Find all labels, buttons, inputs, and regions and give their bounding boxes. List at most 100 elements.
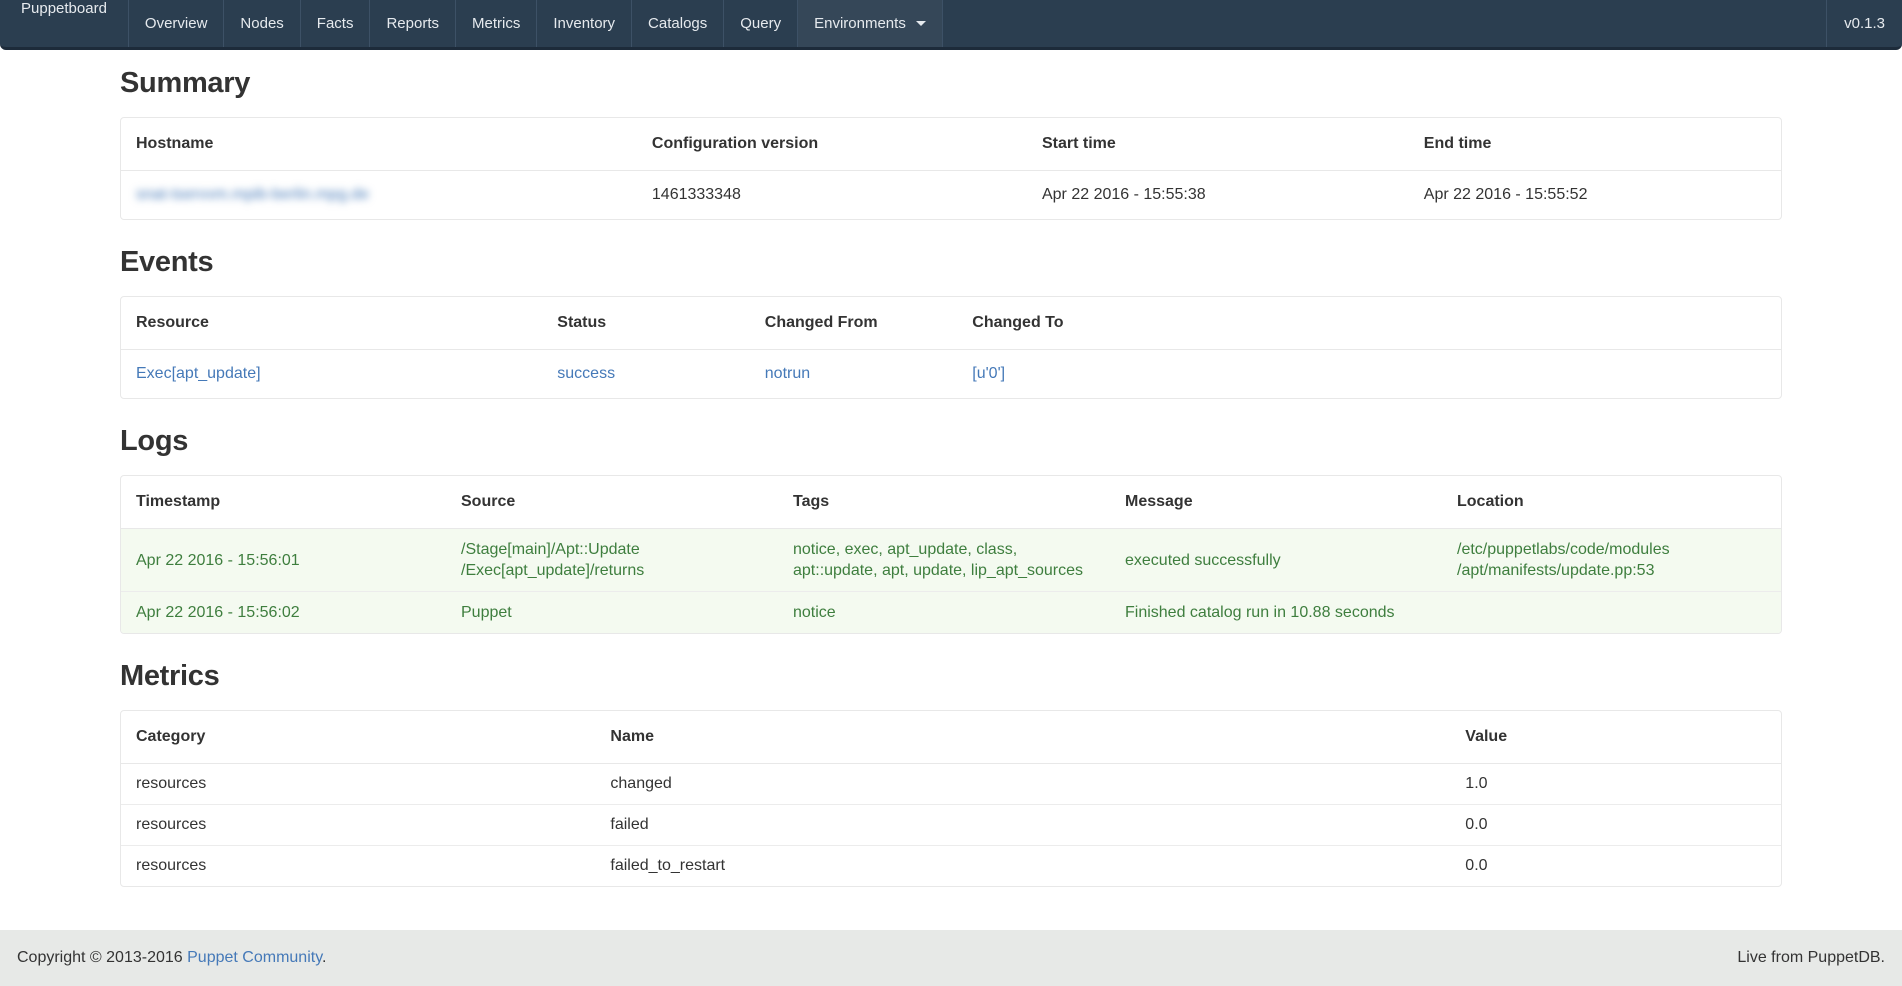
log-row: Apr 22 2016 - 15:56:02 Puppet notice Fin…: [121, 592, 1781, 634]
copyright-prefix: Copyright © 2013-2016: [17, 949, 187, 966]
environments-label: Environments: [814, 15, 906, 32]
nav-link-inventory[interactable]: Inventory: [537, 0, 631, 47]
caret-down-icon: [916, 21, 926, 26]
metric-name-cell: failed_to_restart: [602, 846, 1457, 887]
log-source-line: /Stage[main]/Apt::Update: [461, 539, 777, 560]
metric-category-cell: resources: [121, 846, 602, 887]
start-time-cell: Apr 22 2016 - 15:55:38: [1034, 171, 1416, 220]
metric-name-cell: failed: [602, 805, 1457, 846]
puppet-community-link[interactable]: Puppet Community: [187, 949, 322, 966]
col-header-timestamp: Timestamp: [121, 476, 453, 529]
log-source-line: /Exec[apt_update]/returns: [461, 560, 777, 581]
metric-category-cell: resources: [121, 764, 602, 805]
event-status-link[interactable]: success: [557, 365, 615, 382]
event-changed-to-link[interactable]: [u'0']: [972, 365, 1005, 382]
metrics-header-row: Category Name Value: [121, 711, 1781, 764]
puppetdb-status-text: Live from PuppetDB.: [1737, 949, 1885, 967]
events-heading: Events: [120, 246, 1782, 279]
nav-item-facts: Facts: [301, 0, 371, 47]
log-timestamp-cell: Apr 22 2016 - 15:56:01: [121, 529, 453, 592]
col-header-location: Location: [1449, 476, 1781, 529]
log-tags-cell: notice: [785, 592, 1117, 634]
event-row: Exec[apt_update] success notrun [u'0']: [121, 350, 1781, 399]
log-message-cell: executed successfully: [1117, 529, 1449, 592]
logs-heading: Logs: [120, 425, 1782, 458]
nav-menu: Overview Nodes Facts Reports Metrics Inv…: [129, 0, 943, 47]
metric-row: resources failed_to_restart 0.0: [121, 846, 1781, 887]
events-section: Events Resource Status Changed From Chan…: [120, 246, 1782, 399]
metric-value-cell: 0.0: [1457, 805, 1781, 846]
log-source-cell: Puppet: [453, 592, 785, 634]
col-header-source: Source: [453, 476, 785, 529]
col-header-category: Category: [121, 711, 602, 764]
summary-panel: Hostname Configuration version Start tim…: [120, 117, 1782, 220]
end-time-cell: Apr 22 2016 - 15:55:52: [1416, 171, 1781, 220]
log-source-cell: /Stage[main]/Apt::Update /Exec[apt_updat…: [453, 529, 785, 592]
logs-section: Logs Timestamp Source Tags Message Locat…: [120, 425, 1782, 634]
nav-item-overview: Overview: [129, 0, 225, 47]
logs-header-row: Timestamp Source Tags Message Location: [121, 476, 1781, 529]
col-header-start-time: Start time: [1034, 118, 1416, 171]
events-header-row: Resource Status Changed From Changed To: [121, 297, 1781, 350]
top-navbar: Puppetboard Overview Nodes Facts Reports…: [0, 0, 1902, 50]
metric-value-cell: 0.0: [1457, 846, 1781, 887]
metrics-heading: Metrics: [120, 660, 1782, 693]
metric-row: resources changed 1.0: [121, 764, 1781, 805]
summary-heading: Summary: [120, 67, 1782, 100]
copyright-suffix: .: [322, 949, 326, 966]
log-row: Apr 22 2016 - 15:56:01 /Stage[main]/Apt:…: [121, 529, 1781, 592]
version-label: v0.1.3: [1826, 0, 1902, 47]
nav-link-query[interactable]: Query: [724, 0, 797, 47]
nav-link-reports[interactable]: Reports: [370, 0, 455, 47]
nav-item-catalogs: Catalogs: [632, 0, 724, 47]
metrics-table: Category Name Value resources changed 1.…: [121, 711, 1781, 886]
nav-link-metrics[interactable]: Metrics: [456, 0, 536, 47]
nav-item-reports: Reports: [370, 0, 456, 47]
config-version-cell: 1461333348: [644, 171, 1034, 220]
col-header-message: Message: [1117, 476, 1449, 529]
nav-link-catalogs[interactable]: Catalogs: [632, 0, 723, 47]
nav-item-inventory: Inventory: [537, 0, 632, 47]
log-location-cell: [1449, 592, 1781, 634]
col-header-status: Status: [549, 297, 757, 350]
log-message-cell: Finished catalog run in 10.88 seconds: [1117, 592, 1449, 634]
event-resource-link[interactable]: Exec[apt_update]: [136, 365, 261, 382]
metrics-panel: Category Name Value resources changed 1.…: [120, 710, 1782, 887]
event-changed-from-link[interactable]: notrun: [765, 365, 810, 382]
copyright-text: Copyright © 2013-2016 Puppet Community.: [17, 949, 326, 967]
main-content: Summary Hostname Configuration version S…: [120, 67, 1782, 887]
metric-row: resources failed 0.0: [121, 805, 1781, 846]
metrics-section: Metrics Category Name Value resources ch…: [120, 660, 1782, 887]
log-tags-cell: notice, exec, apt_update, class, apt::up…: [785, 529, 1117, 592]
summary-section: Summary Hostname Configuration version S…: [120, 67, 1782, 220]
nav-link-facts[interactable]: Facts: [301, 0, 370, 47]
nav-item-nodes: Nodes: [224, 0, 300, 47]
col-header-config-version: Configuration version: [644, 118, 1034, 171]
log-location-line: /apt/manifests/update.pp:53: [1457, 560, 1773, 581]
nav-link-nodes[interactable]: Nodes: [224, 0, 299, 47]
nav-link-overview[interactable]: Overview: [129, 0, 224, 47]
brand: Puppetboard: [0, 0, 129, 47]
col-header-name: Name: [602, 711, 1457, 764]
brand-link[interactable]: Puppetboard: [0, 0, 128, 17]
col-header-resource: Resource: [121, 297, 549, 350]
nav-item-metrics: Metrics: [456, 0, 537, 47]
summary-header-row: Hostname Configuration version Start tim…: [121, 118, 1781, 171]
metric-category-cell: resources: [121, 805, 602, 846]
col-header-hostname: Hostname: [121, 118, 644, 171]
col-header-tags: Tags: [785, 476, 1117, 529]
nav-item-query: Query: [724, 0, 798, 47]
logs-panel: Timestamp Source Tags Message Location A…: [120, 475, 1782, 634]
environments-dropdown-toggle[interactable]: Environments: [798, 0, 942, 47]
summary-table: Hostname Configuration version Start tim…: [121, 118, 1781, 219]
metric-value-cell: 1.0: [1457, 764, 1781, 805]
logs-table: Timestamp Source Tags Message Location A…: [121, 476, 1781, 633]
log-location-cell: /etc/puppetlabs/code/modules /apt/manife…: [1449, 529, 1781, 592]
hostname-link[interactable]: snat-tservvm.mpib-berlin.mpg.de: [136, 186, 369, 203]
events-table: Resource Status Changed From Changed To …: [121, 297, 1781, 398]
log-timestamp-cell: Apr 22 2016 - 15:56:02: [121, 592, 453, 634]
environments-dropdown: Environments: [798, 0, 943, 47]
col-header-changed-from: Changed From: [757, 297, 965, 350]
col-header-changed-to: Changed To: [964, 297, 1781, 350]
log-location-line: /etc/puppetlabs/code/modules: [1457, 539, 1773, 560]
